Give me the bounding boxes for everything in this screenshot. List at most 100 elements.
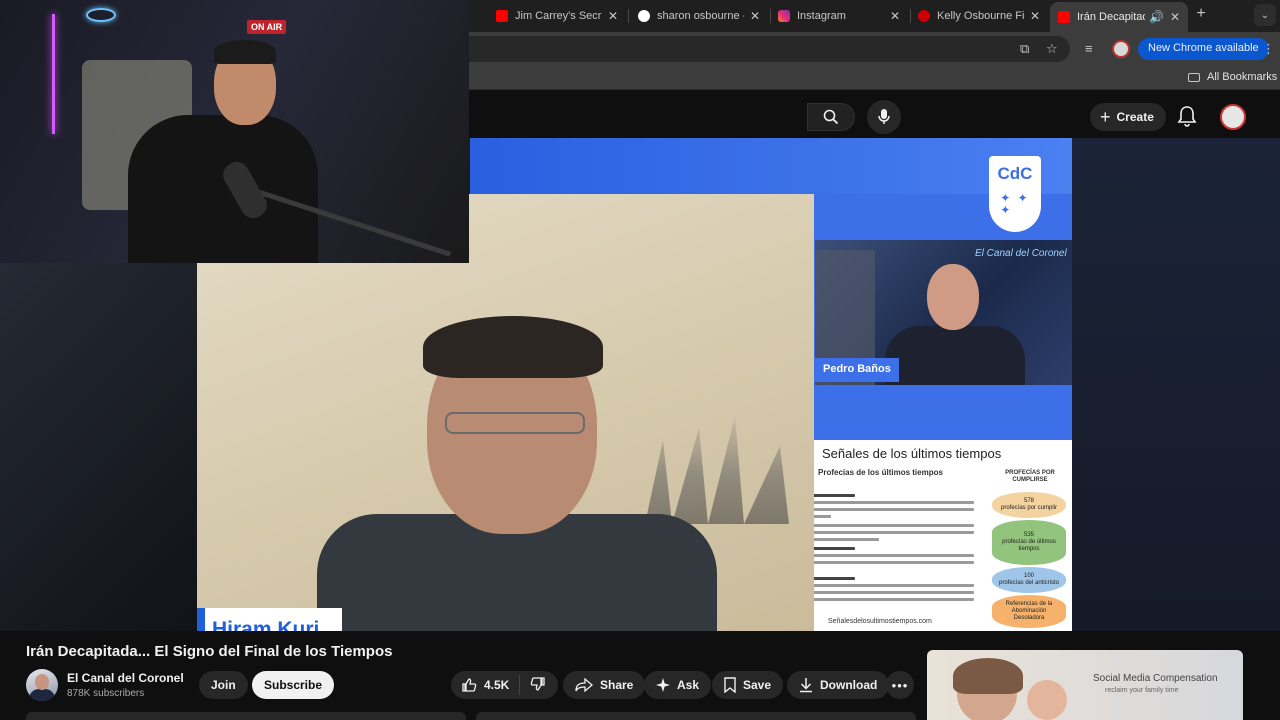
like-dislike-group: 4.5K (451, 671, 559, 699)
tab-jim-carrey[interactable]: Jim Carrey's Secre ✕ (488, 4, 626, 28)
tab-kelly-osbourne[interactable]: Kelly Osbourne Fir ✕ (910, 4, 1048, 28)
channel-logo: CdC ✦ ✦ ✦ (989, 156, 1041, 232)
cylinder-segment: 100 profecías del anticristo (992, 567, 1066, 593)
tab-search-button[interactable]: ⌄ (1254, 4, 1276, 26)
download-icon (799, 677, 813, 693)
close-icon[interactable]: ✕ (1030, 9, 1040, 23)
document-title: Señales de los últimos tiempos (822, 446, 1002, 461)
logo-text: CdC (997, 164, 1033, 183)
new-tab-button[interactable]: + (1190, 5, 1212, 23)
channel-avatar[interactable] (26, 669, 58, 701)
player-background (1072, 138, 1280, 631)
news-icon (918, 10, 930, 22)
share-icon (575, 678, 593, 692)
screen: Jim Carrey's Secre ✕ sharon osbourne - ✕… (0, 0, 1280, 720)
tab-divider (628, 9, 629, 23)
save-label: Save (743, 678, 772, 692)
tab-title: Irán Decapitada (1077, 11, 1145, 23)
webcam-overlay: ON AIR (0, 0, 469, 263)
ad-image (953, 658, 1023, 694)
host-figure (885, 326, 1025, 385)
thumbs-down-icon (530, 676, 546, 695)
folder-icon (1188, 72, 1200, 82)
ad-card[interactable]: Social Media Compensation reclaim your f… (927, 650, 1243, 720)
subscribe-button[interactable]: Subscribe (252, 671, 335, 699)
notifications-button[interactable] (1177, 105, 1197, 132)
ufo-neon-icon (86, 8, 116, 22)
guest-name-label: Hiram Kuri (197, 608, 342, 631)
host-figure (927, 264, 979, 330)
nameplate-accent (197, 608, 205, 631)
ship-models (645, 416, 789, 524)
close-icon[interactable]: ✕ (750, 9, 760, 23)
like-count: 4.5K (484, 678, 510, 692)
download-label: Download (820, 678, 878, 692)
neon-light (52, 14, 55, 134)
all-bookmarks-label: All Bookmarks (1207, 71, 1278, 83)
tab-title: Kelly Osbourne Fir (937, 10, 1024, 22)
tab-title: sharon osbourne - (657, 10, 744, 22)
cylinder-segment: 578 profecías por cumplir (992, 492, 1066, 518)
dislike-button[interactable] (520, 676, 558, 695)
tab-iran-decapitada[interactable]: Irán Decapitada 🔊 ✕ (1050, 2, 1188, 32)
ask-button[interactable]: Ask (644, 671, 712, 699)
description-box[interactable] (26, 712, 466, 720)
share-button[interactable]: Share (563, 671, 646, 699)
join-button[interactable]: Join (199, 671, 248, 699)
google-icon (638, 10, 650, 22)
like-button[interactable]: 4.5K (451, 675, 521, 695)
thumbs-up-icon (461, 677, 477, 693)
media-controls-icon[interactable]: ≡ (1085, 41, 1093, 56)
create-button[interactable]: + Create (1090, 103, 1166, 131)
all-bookmarks-button[interactable]: All Bookmarks (1188, 71, 1277, 83)
column-header: PROFECÍAS POR CUMPLIRSE (1005, 470, 1055, 483)
tab-title: Instagram (797, 10, 846, 22)
youtube-icon (1058, 11, 1070, 23)
search-button[interactable] (807, 103, 855, 131)
host-name-label: Pedro Baños (815, 358, 899, 382)
guest-figure (423, 316, 603, 378)
on-air-sign: ON AIR (247, 20, 287, 34)
search-icon (823, 109, 839, 125)
account-avatar[interactable] (1220, 104, 1246, 130)
streamer-figure (128, 115, 318, 263)
chrome-profile-avatar[interactable] (1112, 40, 1130, 58)
tab-sharon-osbourne[interactable]: sharon osbourne - ✕ (630, 4, 768, 28)
host-video-feed: El Canal del Coronel Pedro Baños (815, 240, 1072, 385)
cylinder-segment: 535 profecías de últimos tiempos (992, 520, 1066, 565)
voice-search-button[interactable] (867, 100, 901, 134)
bookmark-star-icon[interactable]: ☆ (1046, 41, 1058, 57)
streamer-figure (214, 40, 276, 64)
stars-icon: ✦ ✦ ✦ (1000, 191, 1030, 217)
more-actions-icon[interactable]: ••• (886, 671, 914, 699)
document-footer: Señalesdelosultimostiempos.com (828, 618, 932, 625)
channel-name[interactable]: El Canal del Coronel (67, 671, 184, 685)
youtube-icon (496, 10, 508, 22)
instagram-icon (778, 10, 790, 22)
chrome-menu-icon[interactable]: ⋮ (1262, 41, 1275, 57)
install-icon[interactable]: ⧉ (1020, 41, 1029, 57)
address-bar[interactable] (390, 36, 1070, 62)
speaker-icon[interactable]: 🔊 (1149, 10, 1164, 24)
prophecy-cylinder: 578 profecías por cumplir 535 profecías de… (992, 492, 1066, 630)
download-button[interactable]: Download (787, 671, 890, 699)
comments-box[interactable] (476, 712, 916, 720)
save-button[interactable]: Save (712, 671, 784, 699)
video-frame: CdC ✦ ✦ ✦ El Canal del Coronel Pedro Baño… (197, 138, 1072, 631)
bell-icon (1177, 106, 1197, 127)
ask-label: Ask (677, 678, 700, 692)
share-label: Share (600, 678, 634, 692)
ad-subtitle: reclaim your family time (1105, 687, 1179, 694)
create-label: Create (1116, 110, 1154, 124)
cylinder-segment: Referencias de la Abominación Desoladora (992, 595, 1066, 628)
close-icon[interactable]: ✕ (890, 9, 900, 23)
subscriber-count: 878K subscribers (67, 688, 145, 699)
ad-title: Social Media Compensation (1093, 673, 1218, 684)
bookmark-icon (724, 677, 736, 693)
new-chrome-button[interactable]: New Chrome available (1138, 38, 1269, 60)
tab-instagram[interactable]: Instagram ✕ (770, 4, 908, 28)
close-icon[interactable]: ✕ (1170, 10, 1180, 24)
frame-banner (470, 138, 1072, 194)
close-icon[interactable]: ✕ (608, 9, 618, 23)
document-subtitle: Profecías de los últimos tiempos (818, 468, 943, 477)
